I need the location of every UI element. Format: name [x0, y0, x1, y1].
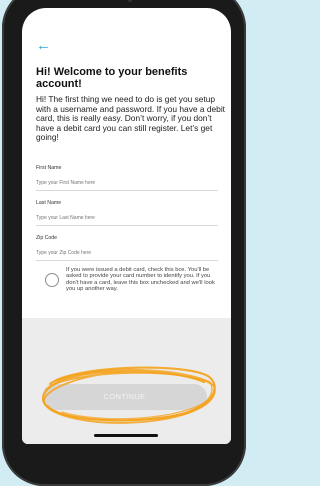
continue-button[interactable]: CONTINUE	[42, 384, 207, 410]
last-name-field: Last Name	[36, 200, 218, 226]
zip-code-field: Zip Code	[36, 235, 218, 261]
first-name-field: First Name	[36, 165, 218, 191]
bottom-panel: CONTINUE	[22, 318, 231, 444]
debit-card-description: If you were issued a debit card, check t…	[66, 267, 215, 293]
last-name-input[interactable]	[36, 215, 218, 221]
app-screen: ← Hi! Welcome to your benefits account! …	[22, 8, 231, 444]
phone-frame: ← Hi! Welcome to your benefits account! …	[2, 0, 246, 486]
debit-card-checkbox[interactable]	[45, 273, 59, 287]
home-indicator	[94, 434, 158, 437]
last-name-label: Last Name	[36, 200, 62, 206]
zip-code-input[interactable]	[36, 250, 218, 256]
first-name-label: First Name	[36, 165, 62, 171]
camera-dot	[128, 0, 132, 2]
page-title: Hi! Welcome to your benefits account!	[36, 66, 188, 90]
intro-text: Hi! The first thing we need to do is get…	[36, 94, 226, 143]
zip-code-label: Zip Code	[36, 235, 58, 241]
back-arrow-icon[interactable]: ←	[36, 38, 51, 53]
first-name-input[interactable]	[36, 180, 218, 186]
